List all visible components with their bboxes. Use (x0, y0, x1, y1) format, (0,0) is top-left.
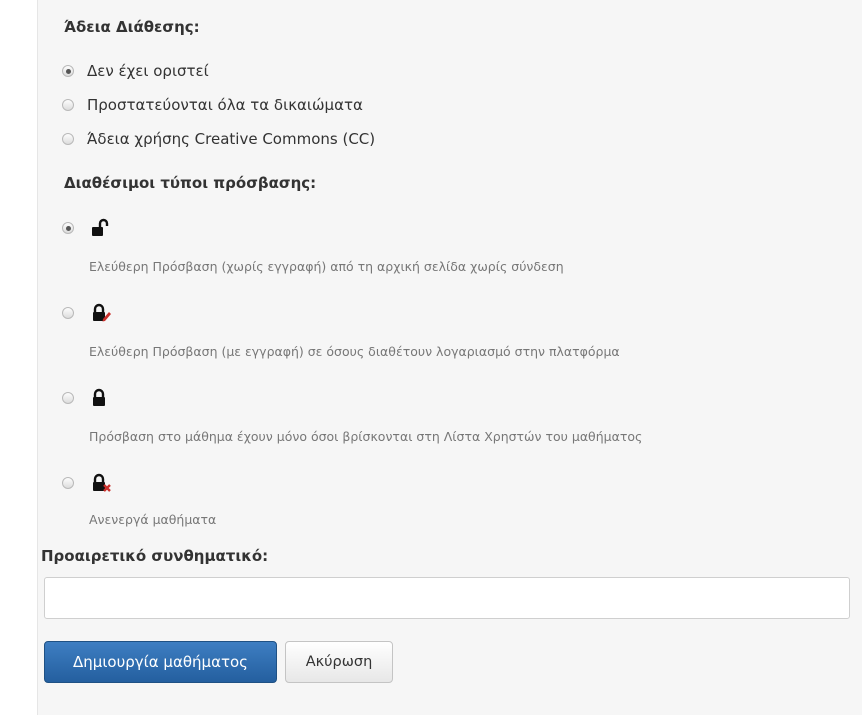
license-option-all-rights[interactable]: Προστατεύονται όλα τα δικαιώματα (62, 94, 363, 116)
access-option-registered[interactable] (62, 302, 112, 324)
lock-icon (93, 388, 105, 406)
license-option-label: Άδεια χρήσης Creative Commons (CC) (87, 130, 376, 148)
access-registered-radio[interactable] (62, 307, 74, 319)
access-open-radio[interactable] (62, 222, 74, 234)
access-inactive-description: Ανενεργά μαθήματα (89, 512, 217, 527)
cancel-button[interactable]: Ακύρωση (285, 641, 393, 683)
password-input[interactable] (44, 577, 850, 619)
lock-pencil-icon (93, 303, 111, 322)
access-registered-description: Ελεύθερη Πρόσβαση (με εγγραφή) σε όσους … (89, 344, 620, 359)
license-not-set-radio[interactable] (62, 65, 74, 77)
access-title: Διαθέσιμοι τύποι πρόσβασης: (64, 174, 317, 192)
access-option-users-list[interactable] (62, 387, 112, 409)
license-cc-radio[interactable] (62, 133, 74, 145)
access-users-list-radio[interactable] (62, 392, 74, 404)
license-option-label: Δεν έχει οριστεί (87, 62, 209, 80)
access-option-inactive[interactable] (62, 472, 112, 494)
license-all-rights-radio[interactable] (62, 99, 74, 111)
license-option-cc[interactable]: Άδεια χρήσης Creative Commons (CC) (62, 128, 375, 150)
password-label: Προαιρετικό συνθηματικό: (41, 547, 269, 565)
unlocked-icon (92, 218, 109, 236)
license-title: Άδεια Διάθεσης: (64, 18, 200, 36)
access-users-list-description: Πρόσβαση στο μάθημα έχουν μόνο όσοι βρίσ… (89, 429, 643, 444)
access-option-open[interactable] (62, 217, 112, 239)
access-inactive-radio[interactable] (62, 477, 74, 489)
lock-disabled-icon (93, 473, 111, 492)
create-course-button[interactable]: Δημιουργία μαθήματος (44, 641, 277, 683)
license-option-not-set[interactable]: Δεν έχει οριστεί (62, 60, 209, 82)
access-open-description: Ελεύθερη Πρόσβαση (χωρίς εγγραφή) από τη… (89, 259, 564, 274)
license-option-label: Προστατεύονται όλα τα δικαιώματα (87, 96, 363, 114)
